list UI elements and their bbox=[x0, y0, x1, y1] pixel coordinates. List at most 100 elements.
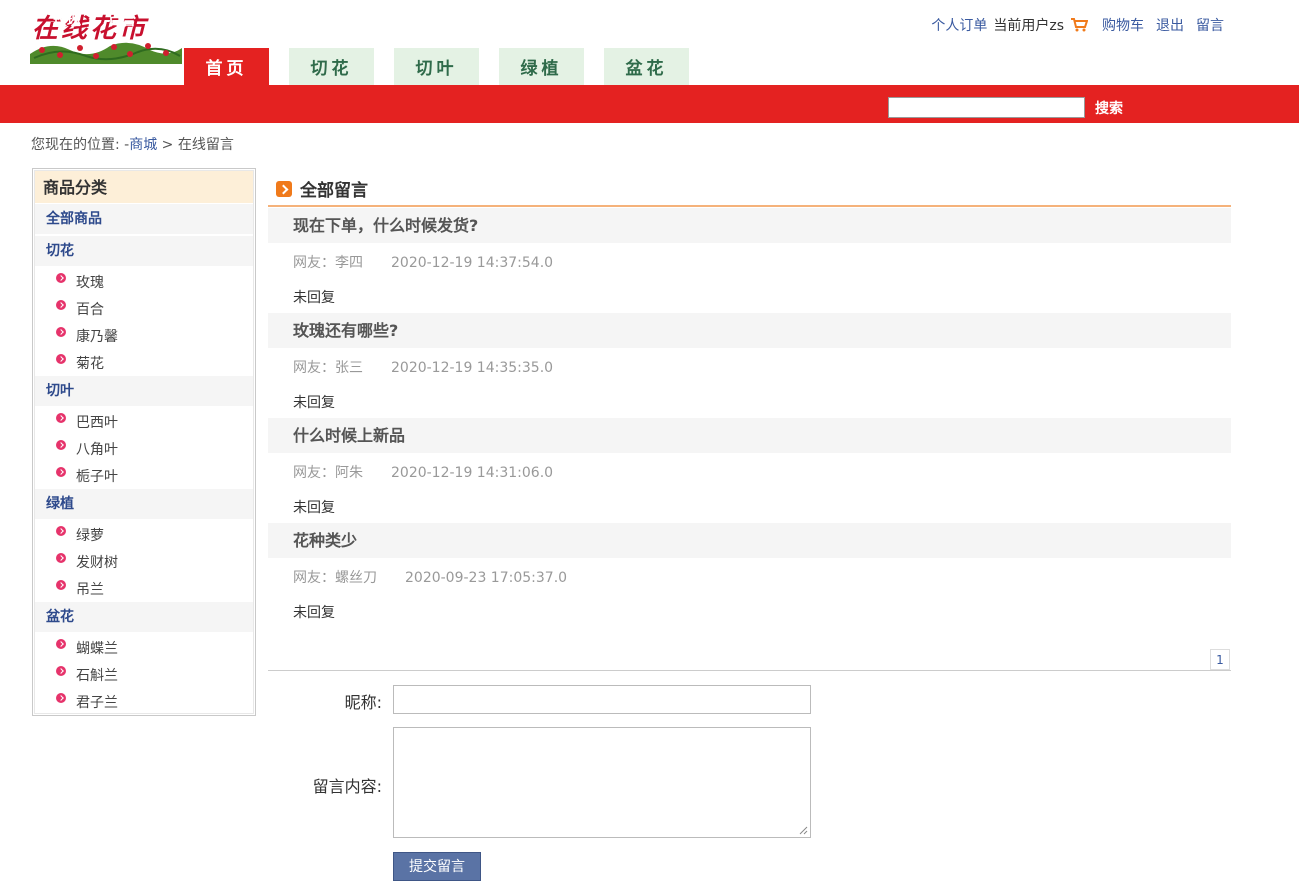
sidebar-item[interactable]: 百合 bbox=[56, 299, 104, 319]
breadcrumb-prefix: 您现在的位置: - bbox=[31, 137, 130, 153]
message-reply: 未回复 bbox=[293, 290, 335, 306]
sidebar-item-label: 康乃馨 bbox=[76, 329, 118, 345]
category-link[interactable]: 曼陀罗 bbox=[748, 10, 790, 30]
category-link[interactable]: 多肉 bbox=[413, 10, 441, 30]
chevron-bullet-icon bbox=[56, 300, 66, 310]
category-link[interactable]: 菊花 bbox=[233, 10, 261, 30]
search-button[interactable]: 搜索 bbox=[1095, 98, 1123, 118]
category-link[interactable]: 紫罗兰 bbox=[538, 10, 580, 30]
sidebar-item[interactable]: 八角叶 bbox=[56, 439, 118, 459]
message-date: 2020-12-19 14:31:06.0 bbox=[391, 465, 554, 481]
tab-green-plants[interactable]: 绿植 bbox=[499, 48, 584, 85]
breadcrumb-link-mall[interactable]: 商城 bbox=[129, 137, 157, 153]
message-date: 2020-09-23 17:05:37.0 bbox=[405, 570, 568, 586]
message-question: 玫瑰还有哪些? bbox=[268, 313, 1231, 348]
category-link[interactable]: 百合 bbox=[108, 10, 136, 30]
main-tabs: 首页 切花 切叶 绿植 盆花 bbox=[184, 48, 709, 85]
category-link[interactable]: 康乃馨 bbox=[163, 10, 205, 30]
top-links: 个人订单 当前用户zs 购物车 退出 留言 bbox=[919, 15, 1224, 35]
message-date: 2020-12-19 14:37:54.0 bbox=[391, 255, 554, 271]
message-meta: 网友：张三 2020-12-19 14:35:35.0 bbox=[293, 357, 553, 377]
tab-cut-leaves[interactable]: 切叶 bbox=[394, 48, 479, 85]
sidebar-item-label: 巴西叶 bbox=[76, 415, 118, 431]
sidebar-title: 商品分类 bbox=[35, 171, 253, 203]
sidebar-item-label: 发财树 bbox=[76, 555, 118, 571]
search-input[interactable] bbox=[888, 97, 1085, 118]
tab-potted-flowers[interactable]: 盆花 bbox=[604, 48, 689, 85]
chevron-bullet-icon bbox=[56, 467, 66, 477]
logout-link[interactable]: 退出 bbox=[1156, 15, 1184, 35]
sidebar-item[interactable]: 君子兰 bbox=[56, 692, 118, 712]
category-sidebar: 商品分类 全部商品 切花 玫瑰 百合 康乃馨 菊花 切叶 巴西叶 八角叶 栀子叶… bbox=[32, 168, 256, 716]
sidebar-item-label: 菊花 bbox=[76, 356, 104, 372]
message-content-textarea[interactable] bbox=[393, 727, 811, 838]
sidebar-item[interactable]: 蝴蝶兰 bbox=[56, 638, 118, 658]
sidebar-item[interactable]: 发财树 bbox=[56, 552, 118, 572]
category-link[interactable]: 八角叶 bbox=[288, 10, 330, 30]
title-divider bbox=[268, 205, 1231, 207]
section-title: 全部留言 bbox=[276, 176, 368, 201]
chevron-bullet-icon bbox=[56, 413, 66, 423]
orders-link[interactable]: 个人订单 bbox=[931, 15, 987, 35]
message-author: 网友：阿朱 bbox=[293, 465, 363, 481]
category-link[interactable]: 绿萝 bbox=[358, 10, 386, 30]
tab-cut-flowers[interactable]: 切花 bbox=[289, 48, 374, 85]
category-link[interactable]: 玫瑰 bbox=[53, 10, 81, 30]
sidebar-item-label: 吊兰 bbox=[76, 582, 104, 598]
chevron-bullet-icon bbox=[56, 639, 66, 649]
sidebar-item[interactable]: 栀子叶 bbox=[56, 466, 118, 486]
submit-message-button[interactable]: 提交留言 bbox=[393, 852, 481, 881]
section-title-text: 全部留言 bbox=[300, 181, 368, 201]
resize-handle-icon[interactable] bbox=[798, 825, 808, 835]
sidebar-all-products[interactable]: 全部商品 bbox=[35, 204, 253, 234]
page-number-1[interactable]: 1 bbox=[1210, 649, 1230, 670]
sidebar-item[interactable]: 巴西叶 bbox=[56, 412, 118, 432]
chevron-bullet-icon bbox=[56, 354, 66, 364]
category-link[interactable]: 蝴蝶兰 bbox=[468, 10, 510, 30]
chevron-bullet-icon bbox=[56, 553, 66, 563]
category-link[interactable]: 茉莉花 bbox=[608, 10, 650, 30]
sidebar-item[interactable]: 绿萝 bbox=[56, 525, 104, 545]
chevron-bullet-icon bbox=[56, 327, 66, 337]
breadcrumb: 您现在的位置: -商城 > 在线留言 bbox=[31, 134, 234, 154]
sidebar-group-heading[interactable]: 切花 bbox=[35, 236, 253, 266]
breadcrumb-separator: > bbox=[161, 137, 174, 153]
chevron-bullet-icon bbox=[56, 526, 66, 536]
sidebar-item-label: 君子兰 bbox=[76, 695, 118, 711]
tab-home[interactable]: 首页 bbox=[184, 48, 269, 85]
message-link[interactable]: 留言 bbox=[1196, 15, 1224, 35]
sidebar-item[interactable]: 菊花 bbox=[56, 353, 104, 373]
logo-flower-graphic bbox=[30, 42, 182, 64]
content-label: 留言内容: bbox=[312, 777, 382, 796]
chevron-bullet-icon bbox=[56, 693, 66, 703]
message-question: 什么时候上新品 bbox=[268, 418, 1231, 453]
message-reply: 未回复 bbox=[293, 395, 335, 411]
message-author: 网友：李四 bbox=[293, 255, 363, 271]
sidebar-item[interactable]: 吊兰 bbox=[56, 579, 104, 599]
message-reply: 未回复 bbox=[293, 500, 335, 516]
sidebar-item-label: 蝴蝶兰 bbox=[76, 641, 118, 657]
chevron-bullet-icon bbox=[56, 580, 66, 590]
message-meta: 网友：螺丝刀 2020-09-23 17:05:37.0 bbox=[293, 567, 567, 587]
sidebar-item[interactable]: 石斛兰 bbox=[56, 665, 118, 685]
divider bbox=[268, 670, 1231, 671]
category-link[interactable]: 马蹄莲 bbox=[818, 10, 860, 30]
cart-link[interactable]: 购物车 bbox=[1070, 15, 1144, 35]
current-user: 当前用户zs bbox=[993, 18, 1064, 34]
chevron-bullet-icon bbox=[56, 273, 66, 283]
chevron-bullet-icon bbox=[56, 666, 66, 676]
sidebar-group-heading[interactable]: 切叶 bbox=[35, 376, 253, 406]
sidebar-item-label: 玫瑰 bbox=[76, 275, 104, 291]
sidebar-item[interactable]: 玫瑰 bbox=[56, 272, 104, 292]
message-reply: 未回复 bbox=[293, 605, 335, 621]
sidebar-item-label: 百合 bbox=[76, 302, 104, 318]
sidebar-item-label: 石斛兰 bbox=[76, 668, 118, 684]
sidebar-group-heading[interactable]: 绿植 bbox=[35, 489, 253, 519]
sidebar-item[interactable]: 康乃馨 bbox=[56, 326, 118, 346]
breadcrumb-current: 在线留言 bbox=[177, 137, 234, 153]
category-link[interactable]: 栀子花 bbox=[678, 10, 720, 30]
nickname-input[interactable] bbox=[393, 685, 811, 714]
cart-icon bbox=[1071, 18, 1088, 32]
sidebar-group-heading[interactable]: 盆花 bbox=[35, 602, 253, 632]
message-author: 网友：螺丝刀 bbox=[293, 570, 377, 586]
